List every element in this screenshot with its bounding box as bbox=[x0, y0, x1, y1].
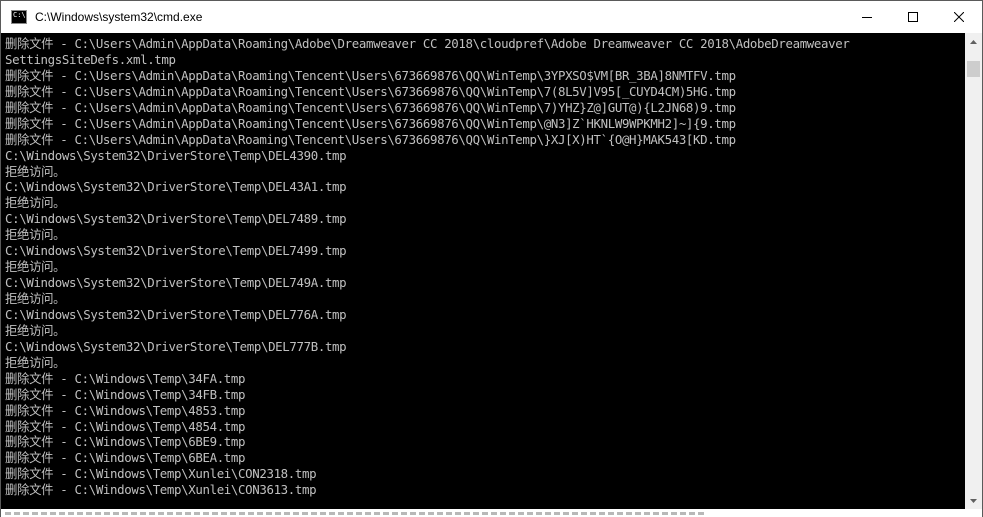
console-line: 删除文件 - C:\Windows\Temp\4854.tmp bbox=[5, 418, 246, 434]
close-button[interactable] bbox=[936, 1, 982, 33]
maximize-button[interactable] bbox=[890, 1, 936, 33]
console-output[interactable]: 删除文件 - C:\Users\Admin\AppData\Roaming\Ad… bbox=[1, 33, 965, 509]
console-line: 删除文件 - C:\Users\Admin\AppData\Roaming\Te… bbox=[5, 99, 736, 115]
console-line: 删除文件 - C:\Windows\Temp\34FB.tmp bbox=[5, 386, 246, 402]
console-line: 删除文件 - C:\Windows\Temp\Xunlei\CON2318.tm… bbox=[5, 466, 317, 482]
console-line: 删除文件 - C:\Users\Admin\AppData\Roaming\Te… bbox=[5, 67, 736, 83]
console-line: 删除文件 - C:\Users\Admin\AppData\Roaming\Te… bbox=[5, 115, 736, 131]
console-line: 删除文件 - C:\Windows\Temp\4853.tmp bbox=[5, 402, 246, 418]
console-line: 删除文件 - C:\Windows\Temp\6BE9.tmp bbox=[5, 434, 246, 450]
console-line: C:\Windows\System32\DriverStore\Temp\DEL… bbox=[5, 275, 347, 291]
console-line: C:\Windows\System32\DriverStore\Temp\DEL… bbox=[5, 179, 347, 195]
console-line: 删除文件 - C:\Users\Admin\AppData\Roaming\Ad… bbox=[5, 36, 850, 51]
console-line: 拒绝访问。 bbox=[5, 354, 66, 370]
console-line: 拒绝访问。 bbox=[5, 163, 66, 179]
console-text-area: 删除文件 - C:\Users\Admin\AppData\Roaming\Ad… bbox=[5, 36, 963, 498]
console-line: 拒绝访问。 bbox=[5, 227, 66, 243]
console-line: C:\Windows\System32\DriverStore\Temp\DEL… bbox=[5, 147, 347, 163]
close-icon bbox=[954, 12, 964, 22]
window-title: C:\Windows\system32\cmd.exe bbox=[35, 10, 203, 24]
bottom-border bbox=[1, 509, 982, 517]
scroll-up-arrow-icon bbox=[970, 39, 977, 44]
console-line: C:\Windows\System32\DriverStore\Temp\DEL… bbox=[5, 306, 347, 322]
console-line: 删除文件 - C:\Windows\Temp\34FA.tmp bbox=[5, 370, 246, 386]
cmd-window: C:\ C:\Windows\system32\cmd.exe 删除文件 - C… bbox=[0, 0, 983, 517]
cmd-icon-label: C:\ bbox=[13, 11, 26, 19]
console-line: 删除文件 - C:\Windows\Temp\Xunlei\CON3613.tm… bbox=[5, 482, 317, 498]
cmd-app-icon[interactable]: C:\ bbox=[11, 10, 27, 24]
console-line: 拒绝访问。 bbox=[5, 322, 66, 338]
console-line: 删除文件 - C:\Windows\Temp\6BEA.tmp bbox=[5, 450, 246, 466]
minimize-button[interactable] bbox=[844, 1, 890, 33]
minimize-icon bbox=[862, 17, 872, 18]
console-line: 删除文件 - C:\Users\Admin\AppData\Roaming\Te… bbox=[5, 83, 736, 99]
scroll-down-arrow-icon bbox=[970, 498, 977, 503]
console-line: 删除文件 - C:\Users\Admin\AppData\Roaming\Te… bbox=[5, 131, 736, 147]
scroll-down-button[interactable] bbox=[965, 492, 982, 509]
clipped-text-row bbox=[5, 512, 705, 515]
console-line: C:\Windows\System32\DriverStore\Temp\DEL… bbox=[5, 338, 347, 354]
console-line: 拒绝访问。 bbox=[5, 291, 66, 306]
console-line: SettingsSiteDefs.xml.tmp bbox=[5, 51, 176, 67]
maximize-icon bbox=[908, 12, 918, 22]
console-line: C:\Windows\System32\DriverStore\Temp\DEL… bbox=[5, 243, 347, 259]
console-line: C:\Windows\System32\DriverStore\Temp\DEL… bbox=[5, 211, 347, 227]
scroll-up-button[interactable] bbox=[965, 33, 982, 50]
console-line: 拒绝访问。 bbox=[5, 259, 66, 275]
title-bar[interactable]: C:\ C:\Windows\system32\cmd.exe bbox=[1, 1, 982, 33]
vertical-scrollbar[interactable] bbox=[965, 33, 982, 509]
scrollbar-thumb[interactable] bbox=[967, 61, 980, 77]
console-line: 拒绝访问。 bbox=[5, 195, 66, 211]
